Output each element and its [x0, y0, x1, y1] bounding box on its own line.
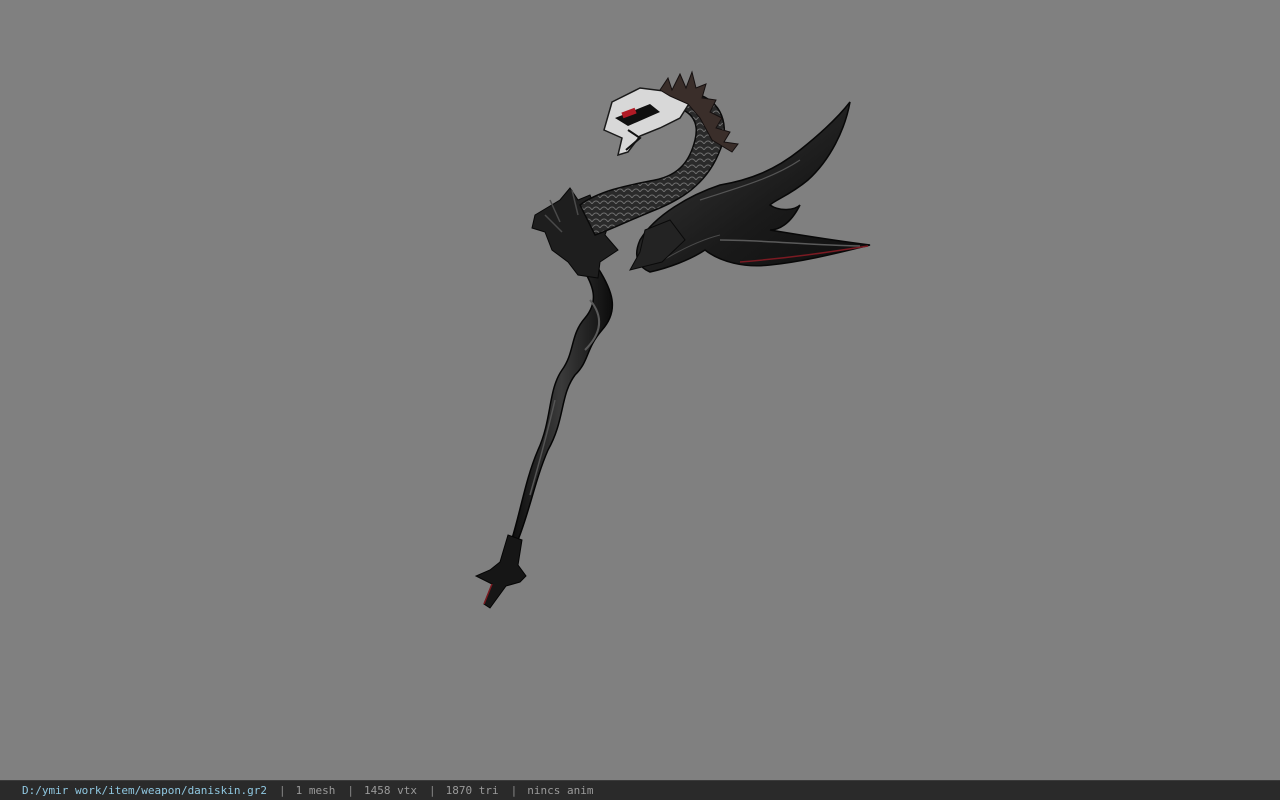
- mesh-count-label: 1 mesh: [295, 784, 336, 797]
- status-separator: |: [429, 784, 436, 797]
- triangle-count-label: 1870 tri: [445, 784, 499, 797]
- status-separator: |: [510, 784, 518, 797]
- status-bar: D:/ymir work/item/weapon/daniskin.gr2 | …: [0, 780, 1280, 800]
- scythe-pommel-spike: [474, 534, 527, 609]
- scythe-model-icon[interactable]: [0, 0, 1280, 780]
- vertex-count-label: 1458 vtx: [364, 784, 418, 797]
- animation-label: nincs anim: [527, 784, 594, 797]
- scythe-shaft: [508, 267, 614, 547]
- 3d-viewport[interactable]: [0, 0, 1280, 780]
- status-separator: |: [347, 784, 355, 797]
- status-separator: |: [279, 784, 286, 797]
- file-path-label: D:/ymir work/item/weapon/daniskin.gr2: [22, 784, 268, 797]
